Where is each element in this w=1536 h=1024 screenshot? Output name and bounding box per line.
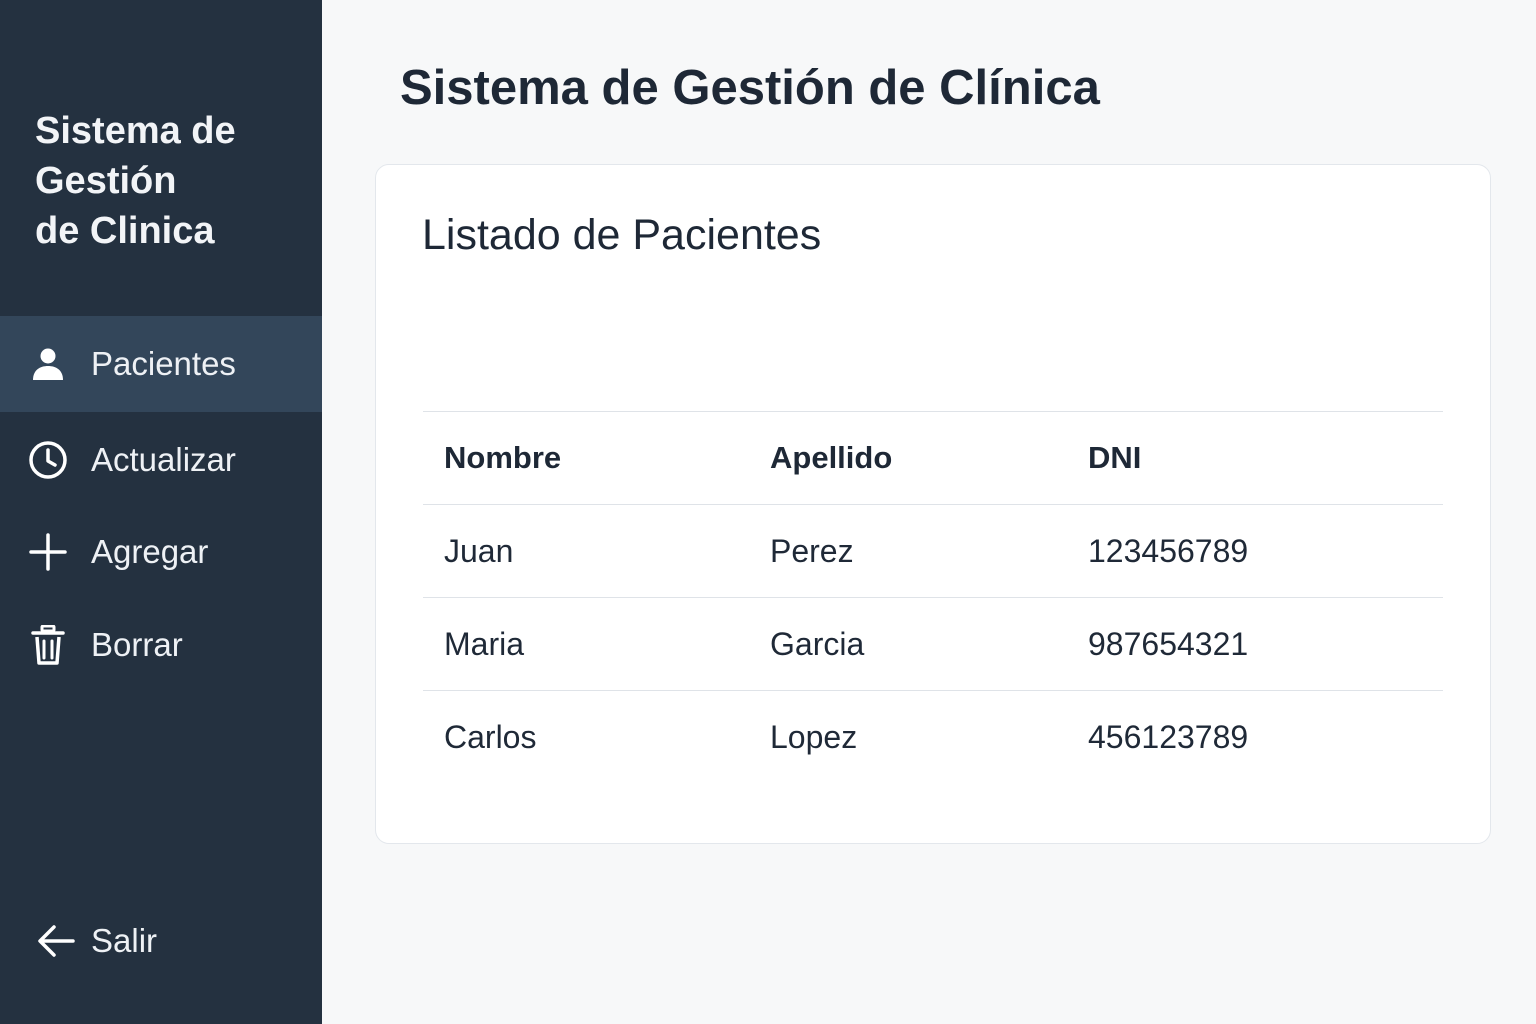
page-title: Sistema de Gestión de Clínica (400, 61, 1100, 115)
table-row[interactable]: Carlos Lopez 456123789 (423, 690, 1443, 783)
user-icon (28, 344, 68, 384)
plus-icon (28, 532, 68, 572)
sidebar-item-label: Agregar (91, 533, 209, 570)
sidebar-item-label: Actualizar (91, 441, 236, 478)
column-header-dni: DNI (1088, 440, 1142, 475)
brand-line: Gestión (35, 160, 177, 202)
brand-line: Sistema de (35, 110, 236, 152)
column-header-nombre: Nombre (444, 440, 562, 475)
cell-nombre: Carlos (444, 719, 537, 755)
cell-nombre: Maria (444, 626, 525, 662)
logout-button[interactable]: Salir (0, 893, 322, 989)
sidebar-item-pacientes[interactable]: Pacientes (0, 316, 322, 412)
column-header-apellido: Apellido (770, 440, 893, 475)
sidebar-item-agregar[interactable]: Agregar (0, 504, 322, 600)
sidebar-item-borrar[interactable]: Borrar (0, 597, 322, 693)
cell-dni: 123456789 (1088, 533, 1249, 569)
table-row[interactable]: Maria Garcia 987654321 (423, 597, 1443, 690)
table-row[interactable]: Juan Perez 123456789 (423, 504, 1443, 597)
brand-line: de Clinica (35, 210, 215, 252)
cell-apellido: Perez (770, 533, 854, 569)
table-header-row: Nombre Apellido DNI (423, 411, 1443, 504)
sidebar-item-actualizar[interactable]: Actualizar (0, 412, 322, 508)
card-title: Listado de Pacientes (422, 211, 822, 259)
logout-label: Salir (91, 922, 158, 959)
clock-icon (28, 440, 68, 480)
patients-card: Listado de Pacientes Nombre Apellido DNI… (375, 164, 1491, 844)
arrow-left-icon (36, 921, 76, 961)
cell-dni: 987654321 (1088, 626, 1249, 662)
patients-table: Nombre Apellido DNI Juan Perez 123456789… (423, 411, 1443, 783)
sidebar: Sistema de Gestión de Clinica Pacientes … (0, 0, 322, 1024)
sidebar-item-label: Pacientes (91, 345, 236, 382)
sidebar-brand: Sistema de Gestión de Clinica (35, 106, 295, 256)
cell-dni: 456123789 (1088, 719, 1249, 755)
trash-icon (28, 625, 68, 665)
cell-apellido: Lopez (770, 719, 858, 755)
cell-nombre: Juan (444, 533, 514, 569)
cell-apellido: Garcia (770, 626, 865, 662)
sidebar-item-label: Borrar (91, 626, 183, 663)
